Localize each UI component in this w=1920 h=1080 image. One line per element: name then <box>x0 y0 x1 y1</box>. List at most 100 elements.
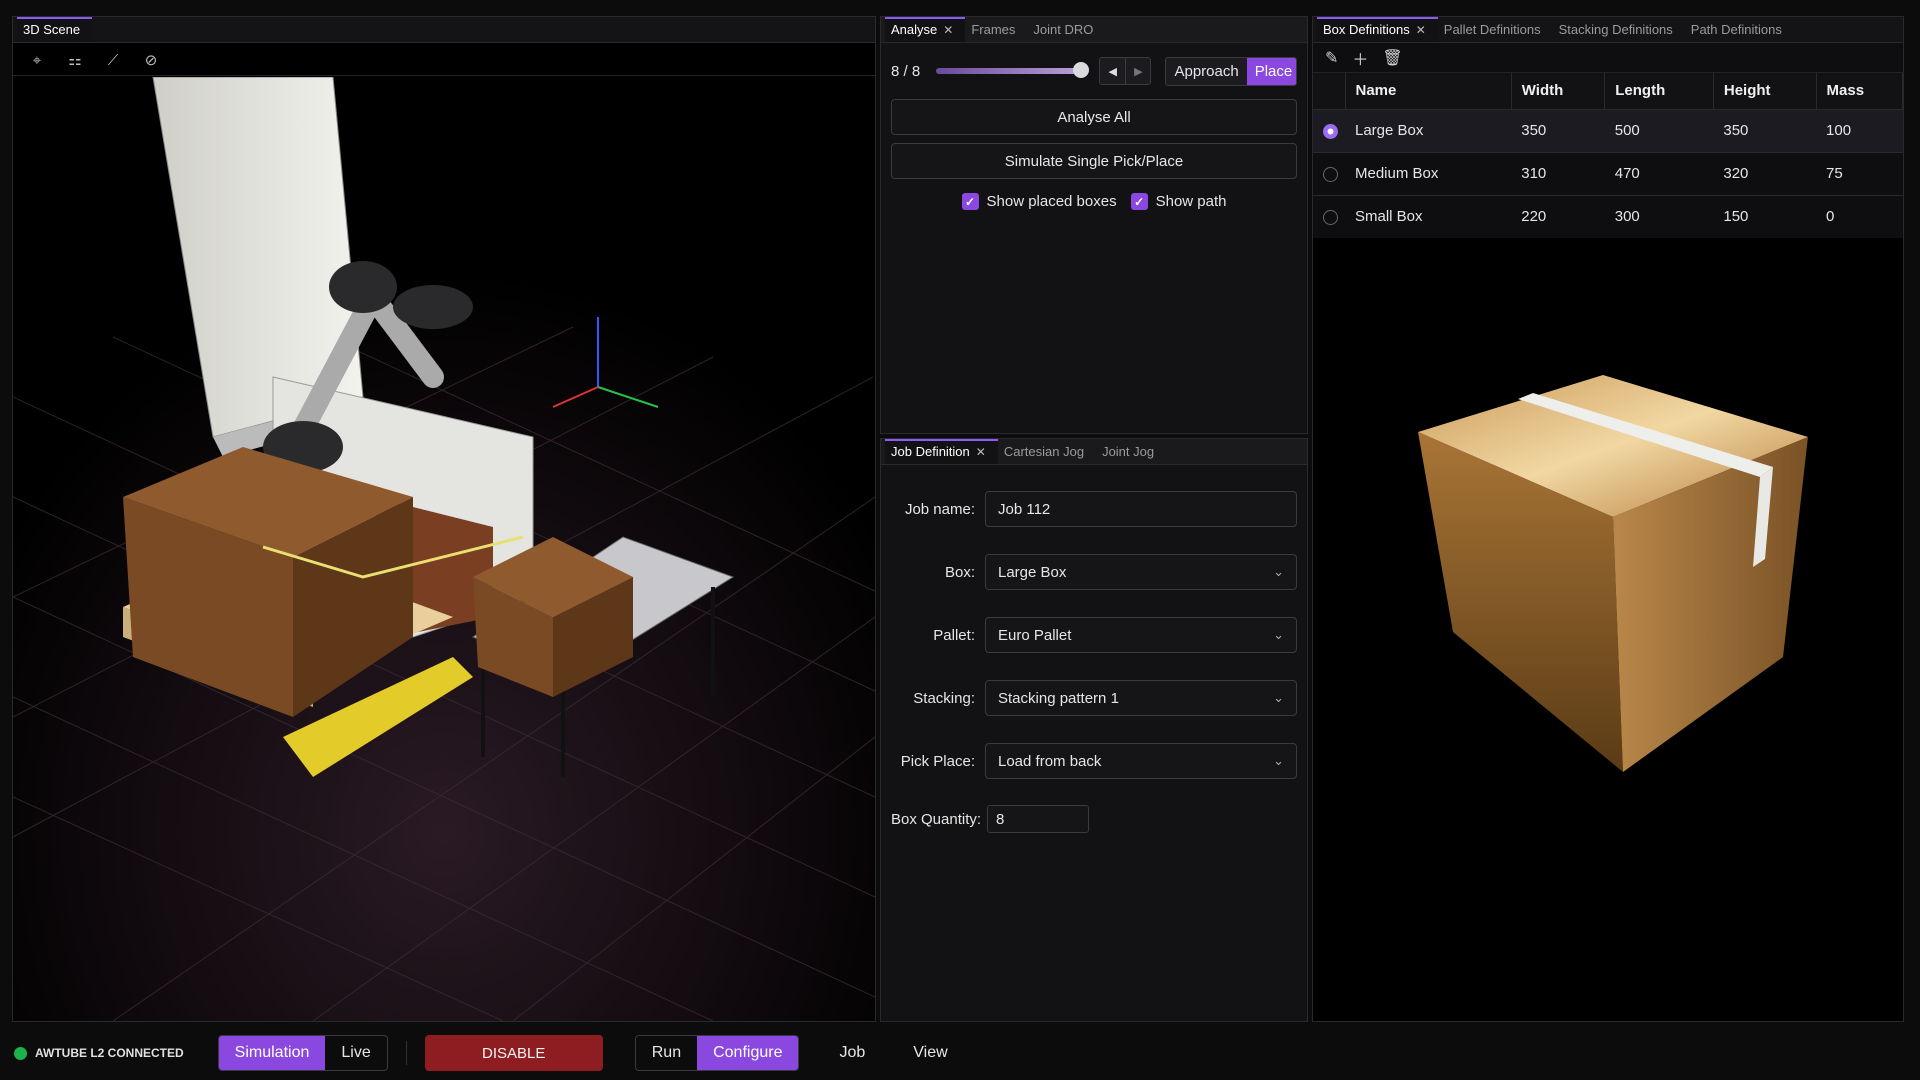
row-radio-cell <box>1313 108 1345 152</box>
approach-button[interactable]: Approach <box>1166 57 1247 85</box>
menu-view[interactable]: View <box>913 1044 947 1062</box>
job-name-label: Job name: <box>904 500 975 518</box>
column-header-height[interactable]: Height <box>1713 73 1817 109</box>
stacking-label: Stacking: <box>913 689 975 707</box>
cell-mass: 100 <box>1816 108 1903 152</box>
tab-analyse[interactable]: Analyse ✕ <box>885 17 966 42</box>
menu-job[interactable]: Job <box>839 1044 865 1062</box>
cell-height: 320 <box>1713 151 1817 195</box>
select-column-header <box>1313 73 1346 109</box>
slider-thumb[interactable] <box>1073 62 1090 78</box>
pick-place-value: Load from back <box>998 752 1102 770</box>
pallet-value: Euro Pallet <box>998 626 1072 644</box>
boxdefs-toolbar: ✎ ＋ 🗑 <box>1313 43 1903 73</box>
configure-button[interactable]: Configure <box>697 1036 799 1070</box>
run-button[interactable]: Run <box>636 1036 697 1070</box>
column-header-mass[interactable]: Mass <box>1816 73 1904 109</box>
tab-label: Job Definition <box>891 444 970 459</box>
chevron-right-icon[interactable]: ▶ <box>1125 58 1151 84</box>
pick-place-row: Pick Place: Load from back ⌄ <box>881 742 1307 780</box>
step-controls: 8 / 8 ◀ ▶ Approach Place <box>881 51 1307 91</box>
live-button[interactable]: Live <box>325 1036 386 1070</box>
scene-viewport[interactable] <box>13 77 875 1021</box>
cell-width: 310 <box>1511 151 1605 195</box>
graph-icon[interactable]: ⟋ <box>103 50 123 70</box>
tab-pallet-definitions[interactable]: Pallet Definitions <box>1438 17 1553 42</box>
row-radio-cell <box>1313 194 1345 238</box>
table-header-row: Name Width Length Height Mass <box>1313 73 1904 109</box>
plus-icon[interactable]: ＋ <box>1352 46 1368 70</box>
cell-width: 350 <box>1511 108 1605 152</box>
chevron-left-icon[interactable]: ◀ <box>1100 58 1126 84</box>
circle-icon[interactable]: ⊘ <box>141 50 161 70</box>
chevron-down-icon: ⌄ <box>1273 753 1284 768</box>
step-counter: 8 / 8 <box>891 62 921 80</box>
table-row[interactable]: Large Box 350 500 350 100 <box>1313 108 1903 152</box>
tab-label: Pallet Definitions <box>1443 22 1541 37</box>
tab-label: Joint DRO <box>1033 22 1094 37</box>
radio-unselected[interactable] <box>1323 166 1338 182</box>
show-path-label: Show path <box>1155 193 1227 210</box>
tab-stacking-definitions[interactable]: Stacking Definitions <box>1553 17 1685 42</box>
disable-button[interactable]: DISABLE <box>424 1035 603 1071</box>
scene-panel: 3D Scene ⌖ ⚏ ⟋ ⊘ <box>12 16 876 1022</box>
table-row[interactable]: Medium Box 310 470 320 75 <box>1313 151 1903 195</box>
tab-path-definitions[interactable]: Path Definitions <box>1685 17 1794 42</box>
tab-job-definition[interactable]: Job Definition ✕ <box>885 439 998 464</box>
tree-icon[interactable]: ⚏ <box>65 50 85 70</box>
job-name-input[interactable]: Job 112 <box>985 491 1297 527</box>
column-header-width[interactable]: Width <box>1511 73 1606 109</box>
chevron-down-icon: ⌄ <box>1273 690 1284 705</box>
box-definitions-panel: Box Definitions ✕ Pallet Definitions Stac… <box>1312 16 1904 1022</box>
tab-joint-dro[interactable]: Joint DRO <box>1027 17 1105 42</box>
cell-width: 220 <box>1511 194 1605 238</box>
stacking-row: Stacking: Stacking pattern 1 ⌄ <box>881 679 1307 717</box>
show-placed-checkbox[interactable]: ✓ Show placed boxes <box>961 193 1117 210</box>
trash-icon[interactable]: 🗑 <box>1382 48 1402 68</box>
box-row: Box: Large Box ⌄ <box>881 553 1307 591</box>
tab-joint-jog[interactable]: Joint Jog <box>1096 439 1166 464</box>
column-header-name[interactable]: Name <box>1345 73 1512 109</box>
pin-icon[interactable]: ⌖ <box>27 50 47 70</box>
place-button[interactable]: Place <box>1246 57 1297 85</box>
scene-tabbar: 3D Scene <box>13 17 875 43</box>
tab-box-definitions[interactable]: Box Definitions ✕ <box>1317 17 1438 42</box>
show-placed-label: Show placed boxes <box>986 193 1117 210</box>
tab-label: Stacking Definitions <box>1558 22 1673 37</box>
box-quantity-input[interactable]: 8 <box>987 805 1090 833</box>
stacking-value: Stacking pattern 1 <box>998 689 1119 707</box>
cell-mass: 0 <box>1816 194 1903 238</box>
close-icon[interactable]: ✕ <box>976 445 986 459</box>
connection-status: AWTUBE L2 CONNECTED <box>14 1046 184 1060</box>
status-dot-icon <box>14 1046 27 1060</box>
pencil-icon[interactable]: ✎ <box>1325 48 1338 68</box>
box-label: Box: <box>944 563 975 581</box>
simulate-button[interactable]: Simulate Single Pick/Place <box>891 143 1297 179</box>
close-icon[interactable]: ✕ <box>943 23 953 37</box>
cell-height: 150 <box>1713 194 1817 238</box>
box-select[interactable]: Large Box ⌄ <box>985 554 1297 590</box>
pick-place-select[interactable]: Load from back ⌄ <box>985 743 1297 779</box>
tab-3d-scene[interactable]: 3D Scene <box>17 17 93 42</box>
close-icon[interactable]: ✕ <box>1416 23 1426 37</box>
tab-cartesian-jog[interactable]: Cartesian Jog <box>998 439 1096 464</box>
analyse-tabbar: Analyse ✕ Frames Joint DRO <box>881 17 1307 43</box>
simulation-button[interactable]: Simulation <box>218 1036 326 1070</box>
tab-frames[interactable]: Frames <box>965 17 1027 42</box>
show-path-checkbox[interactable]: ✓ Show path <box>1130 193 1227 210</box>
pallet-row: Pallet: Euro Pallet ⌄ <box>881 616 1307 654</box>
radio-selected[interactable] <box>1323 123 1338 139</box>
chevron-down-icon: ⌄ <box>1273 564 1284 579</box>
cell-length: 300 <box>1604 194 1714 238</box>
step-slider[interactable] <box>935 62 1090 78</box>
analyse-all-button[interactable]: Analyse All <box>891 99 1297 135</box>
pallet-select[interactable]: Euro Pallet ⌄ <box>985 617 1297 653</box>
box-preview[interactable] <box>1313 267 1903 1021</box>
table-row[interactable]: Small Box 220 300 150 0 <box>1313 194 1903 238</box>
jobdef-tabbar: Job Definition ✕ Cartesian Jog Joint Jog <box>881 439 1307 465</box>
column-header-length[interactable]: Length <box>1604 73 1714 109</box>
visibility-options: ✓ Show placed boxes ✓ Show path <box>881 193 1307 210</box>
stacking-select[interactable]: Stacking pattern 1 ⌄ <box>985 680 1297 716</box>
radio-unselected[interactable] <box>1323 209 1338 225</box>
boxdefs-tabbar: Box Definitions ✕ Pallet Definitions Stac… <box>1313 17 1903 43</box>
